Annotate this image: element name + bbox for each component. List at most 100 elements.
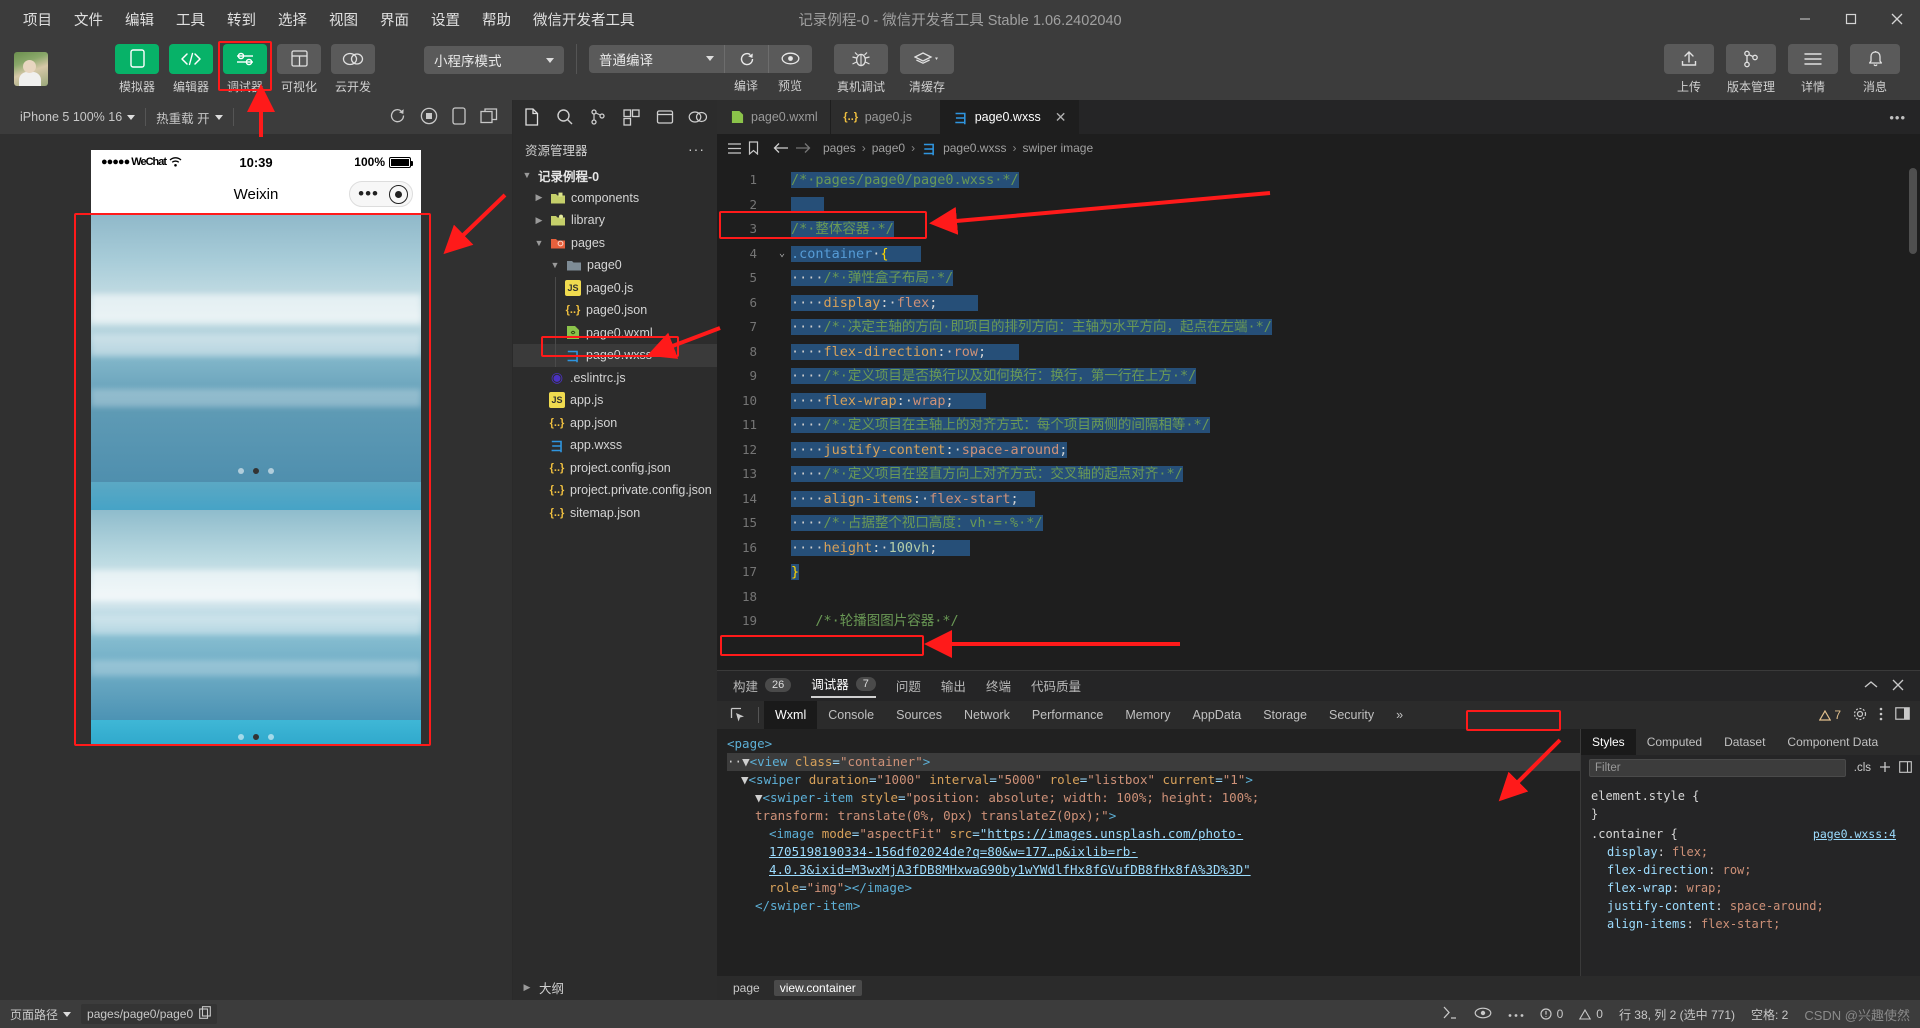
plus-icon[interactable]	[1879, 761, 1891, 776]
editor-tabs-overflow[interactable]: •••	[1079, 100, 1920, 134]
style-declaration[interactable]: align-items: flex-start;	[1591, 915, 1910, 933]
device-select[interactable]: iPhone 5 100% 16	[10, 110, 145, 124]
style-declaration[interactable]: flex-direction: row;	[1591, 861, 1910, 879]
code-line[interactable]: 17}	[717, 560, 1920, 585]
editor-tab-page0-wxml[interactable]: page0.wxml	[717, 100, 831, 134]
refresh-icon[interactable]	[389, 107, 406, 127]
wxml-node[interactable]: role="img"></image>	[727, 879, 1580, 897]
bookmark-icon[interactable]	[748, 141, 759, 155]
gear-icon[interactable]	[1853, 707, 1867, 724]
version-management-button[interactable]: 版本管理	[1722, 43, 1780, 95]
menu-item-file[interactable]: 文件	[63, 4, 114, 35]
devtools-tab-output[interactable]: 输出	[941, 676, 966, 697]
tree-item-app-js[interactable]: JS app.js	[513, 389, 717, 412]
mode-select[interactable]: 小程序模式	[424, 46, 564, 74]
simulator-button[interactable]: 模拟器	[112, 43, 162, 95]
menu-item-settings[interactable]: 设置	[420, 4, 471, 35]
visualizer-button[interactable]: 可视化	[274, 43, 324, 95]
warning-count-group[interactable]: 0	[1579, 1007, 1603, 1021]
explorer-more-icon[interactable]: ···	[688, 141, 705, 157]
styles-filter-input[interactable]: Filter	[1589, 759, 1846, 777]
menu-item-project[interactable]: 项目	[12, 4, 63, 35]
extensions-icon[interactable]	[615, 100, 648, 134]
menu-item-edit[interactable]: 编辑	[114, 4, 165, 35]
copy-icon[interactable]	[199, 1006, 211, 1022]
panel-icon[interactable]	[1899, 760, 1912, 776]
wxml-node[interactable]: ▼<swiper duration="1000" interval="5000"…	[727, 771, 1580, 789]
tree-item-app-json[interactable]: {..} app.json	[513, 412, 717, 435]
devtools-tab-wxml[interactable]: Wxml	[764, 701, 818, 729]
preview-button[interactable]	[768, 44, 812, 73]
menu-item-select[interactable]: 选择	[267, 4, 318, 35]
files-icon[interactable]	[515, 100, 548, 134]
styles-tab-dataset[interactable]: Dataset	[1713, 729, 1776, 755]
wxml-node[interactable]: ▼<swiper-item style="position: absolute;…	[727, 789, 1580, 807]
wxml-node[interactable]: <image mode="aspectFit" src="https://ima…	[727, 825, 1580, 843]
compile-select[interactable]: 普通编译	[589, 45, 724, 73]
style-rule[interactable]: element.style {}	[1591, 787, 1910, 823]
code-lines[interactable]: 1 /*·pages/page0/page0.wxss·*/ 2 3 /*·整体容器·…	[717, 162, 1920, 670]
tree-item-eslintrc[interactable]: ◉ .eslintrc.js	[513, 367, 717, 390]
styles-rules[interactable]: element.style {} .container {page0.wxss:4…	[1581, 781, 1920, 976]
chevron-down-icon[interactable]: ▼	[549, 260, 561, 270]
cursor-position[interactable]: 行 38, 列 2 (选中 771)	[1619, 1006, 1735, 1023]
breadcrumb-symbol[interactable]: swiper image	[1022, 141, 1093, 155]
user-avatar[interactable]	[14, 52, 48, 86]
devtools-tab-storage[interactable]: Storage	[1252, 701, 1318, 729]
devtools-tab-console[interactable]: Console	[817, 701, 885, 729]
swiper-dot-active[interactable]	[253, 468, 259, 474]
devtools-tabs-overflow[interactable]: »	[1385, 701, 1414, 729]
more-icon[interactable]	[1508, 1007, 1524, 1021]
element-picker-icon[interactable]	[723, 701, 753, 729]
styles-tab-styles[interactable]: Styles	[1581, 729, 1636, 755]
code-line[interactable]: 3 /*·整体容器·*/	[717, 217, 1920, 242]
hot-reload-select[interactable]: 热重载 开	[146, 108, 232, 127]
code-line[interactable]: 16 ····height:·100vh;	[717, 536, 1920, 561]
page-path-label-group[interactable]: 页面路径	[10, 1006, 72, 1023]
close-icon[interactable]	[1892, 679, 1904, 694]
swiper-dot[interactable]	[268, 468, 274, 474]
code-line[interactable]: 13 ····/*·定义项目在竖直方向上对齐方式：交叉轴的起点对齐·*/	[717, 462, 1920, 487]
wxml-node[interactable]: ··▼<view class="container">	[727, 753, 1580, 771]
tree-item-pages[interactable]: ▼ pages	[513, 232, 717, 255]
menu-item-interface[interactable]: 界面	[369, 4, 420, 35]
code-line[interactable]: 7 ····/*·决定主轴的方向·即项目的排列方向：主轴为水平方向，起点在左端·*…	[717, 315, 1920, 340]
devtools-tab-security[interactable]: Security	[1318, 701, 1385, 729]
devtools-tab-problems[interactable]: 问题	[896, 676, 921, 697]
dt-crumb-page[interactable]: page	[727, 980, 766, 996]
code-line[interactable]: 10 ····flex-wrap:·wrap;	[717, 389, 1920, 414]
list-icon[interactable]	[727, 142, 742, 155]
editor-tab-page0-js[interactable]: {..} page0.js	[830, 100, 941, 134]
swiper-image-2[interactable]	[91, 510, 421, 720]
wxml-node[interactable]: <page>	[727, 735, 1580, 753]
menu-item-view[interactable]: 视图	[318, 4, 369, 35]
wxml-node[interactable]: transform: translate(0%, 0px) translateZ…	[727, 807, 1580, 825]
code-line[interactable]: 18	[717, 585, 1920, 610]
debugger-button[interactable]: 调试器	[220, 43, 270, 95]
menu-item-help[interactable]: 帮助	[471, 4, 522, 35]
code-line[interactable]: 15 ····/*·占据整个视口高度：vh·=·%·*/	[717, 511, 1920, 536]
devtools-tab-build[interactable]: 构建 26	[733, 676, 792, 697]
multiscreen-icon[interactable]	[480, 107, 498, 127]
devtools-tab-code-quality[interactable]: 代码质量	[1031, 676, 1081, 697]
tree-item-library[interactable]: ▶ library	[513, 209, 717, 232]
chevron-right-icon[interactable]: ▶	[533, 192, 545, 203]
eye-icon[interactable]	[1474, 1007, 1492, 1022]
outline-section[interactable]: ▶ 大纲	[513, 974, 717, 1000]
swiper-dot[interactable]	[238, 468, 244, 474]
debug-icon[interactable]	[648, 100, 681, 134]
message-button[interactable]: 消息	[1846, 43, 1904, 95]
scm-icon[interactable]	[582, 100, 615, 134]
tree-item-project-config[interactable]: {..} project.config.json	[513, 457, 717, 480]
encoding-indent[interactable]: 空格: 2	[1751, 1006, 1788, 1023]
code-line[interactable]: 5 ····/*·弹性盒子布局·*/	[717, 266, 1920, 291]
devtools-tab-sources[interactable]: Sources	[885, 701, 953, 729]
details-button[interactable]: 详情	[1784, 43, 1842, 95]
code-editor[interactable]: 1 /*·pages/page0/page0.wxss·*/ 2 3 /*·整体容器·…	[717, 162, 1920, 670]
style-declaration[interactable]: justify-content: space-around;	[1591, 897, 1910, 915]
code-line[interactable]: 8 ····flex-direction:·row;	[717, 340, 1920, 365]
tree-item-app-wxss[interactable]: 彐 app.wxss	[513, 434, 717, 457]
close-button[interactable]	[1874, 0, 1920, 38]
chevron-right-icon[interactable]: ▶	[533, 215, 545, 226]
real-device-debug-button[interactable]: 真机调试	[830, 43, 892, 95]
